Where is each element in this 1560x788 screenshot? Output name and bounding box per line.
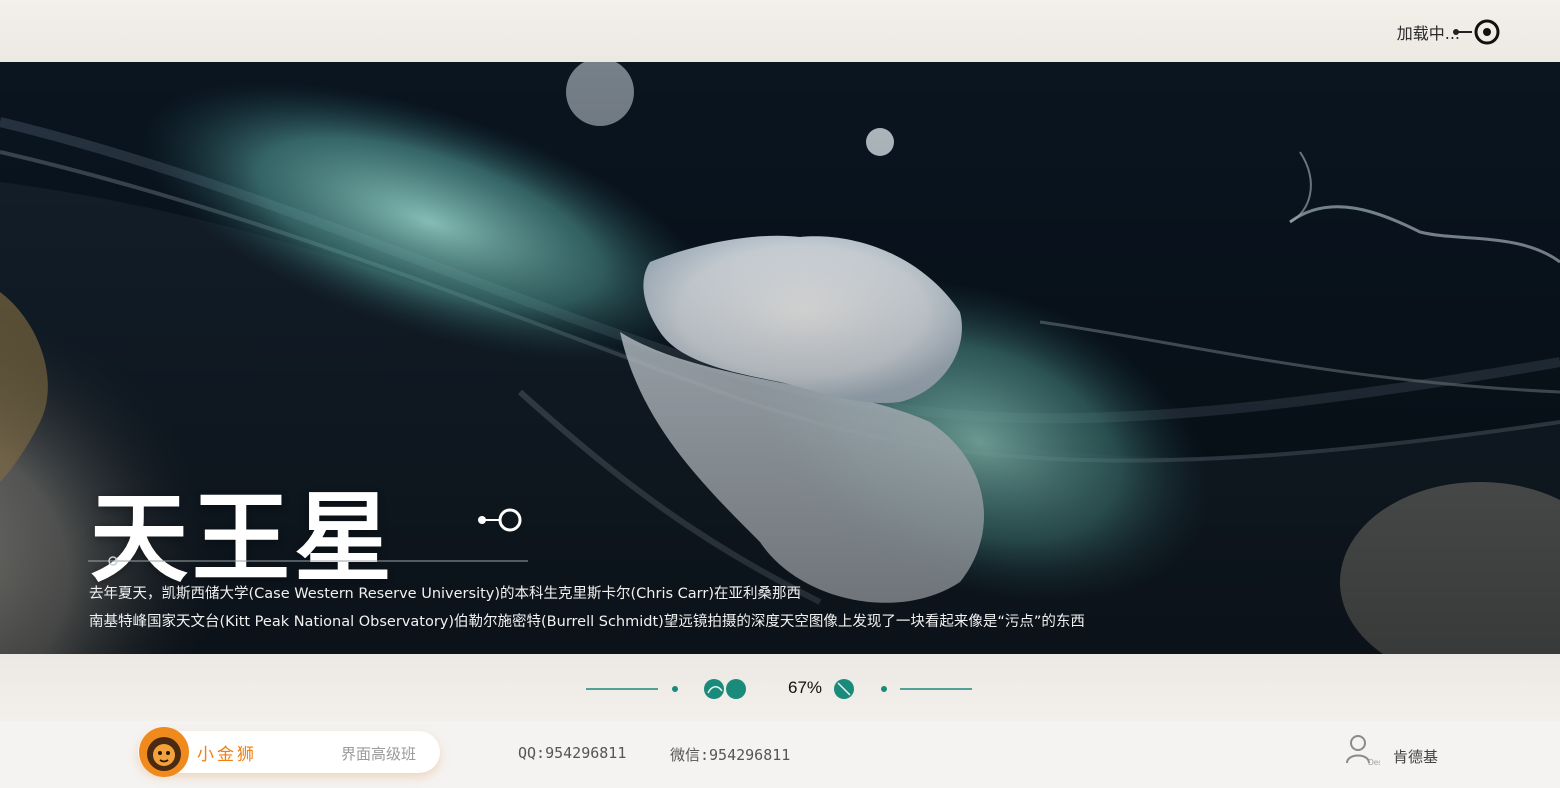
progress-percent: 67%	[788, 678, 823, 697]
hero-description: 去年夏天，凯斯西储大学(Case Western Reserve Univers…	[89, 580, 1085, 636]
description-line: 南基特峰国家天文台(Kitt Peak National Observatory…	[89, 614, 1085, 630]
user-name[interactable]: 肯德基	[1393, 746, 1438, 767]
node-link-icon	[478, 508, 522, 532]
title-divider	[88, 556, 528, 566]
course-name[interactable]: 界面高级班	[341, 743, 416, 764]
page: 加载中... 天王星 去年夏天，凯斯西储大学(Case Western Rese…	[0, 0, 1560, 788]
progress-indicator	[586, 679, 972, 699]
loading-text: 加载中...	[1396, 24, 1460, 43]
lion-logo-icon[interactable]	[139, 727, 189, 777]
user-icon[interactable]: Des	[1344, 733, 1380, 767]
top-bar: 加载中...	[0, 0, 1560, 62]
loading-target-icon	[1453, 19, 1500, 45]
qq-contact: QQ:954296811	[518, 744, 627, 762]
wechat-contact: 微信:954296811	[670, 746, 791, 764]
hero-banner: 天王星 去年夏天，凯斯西储大学(Case Western Reserve Uni…	[0, 62, 1560, 654]
brand-name[interactable]: 小金狮	[197, 740, 257, 765]
description-line: 去年夏天，凯斯西储大学(Case Western Reserve Univers…	[89, 586, 801, 602]
user-icon-caption: Des	[1368, 758, 1380, 767]
